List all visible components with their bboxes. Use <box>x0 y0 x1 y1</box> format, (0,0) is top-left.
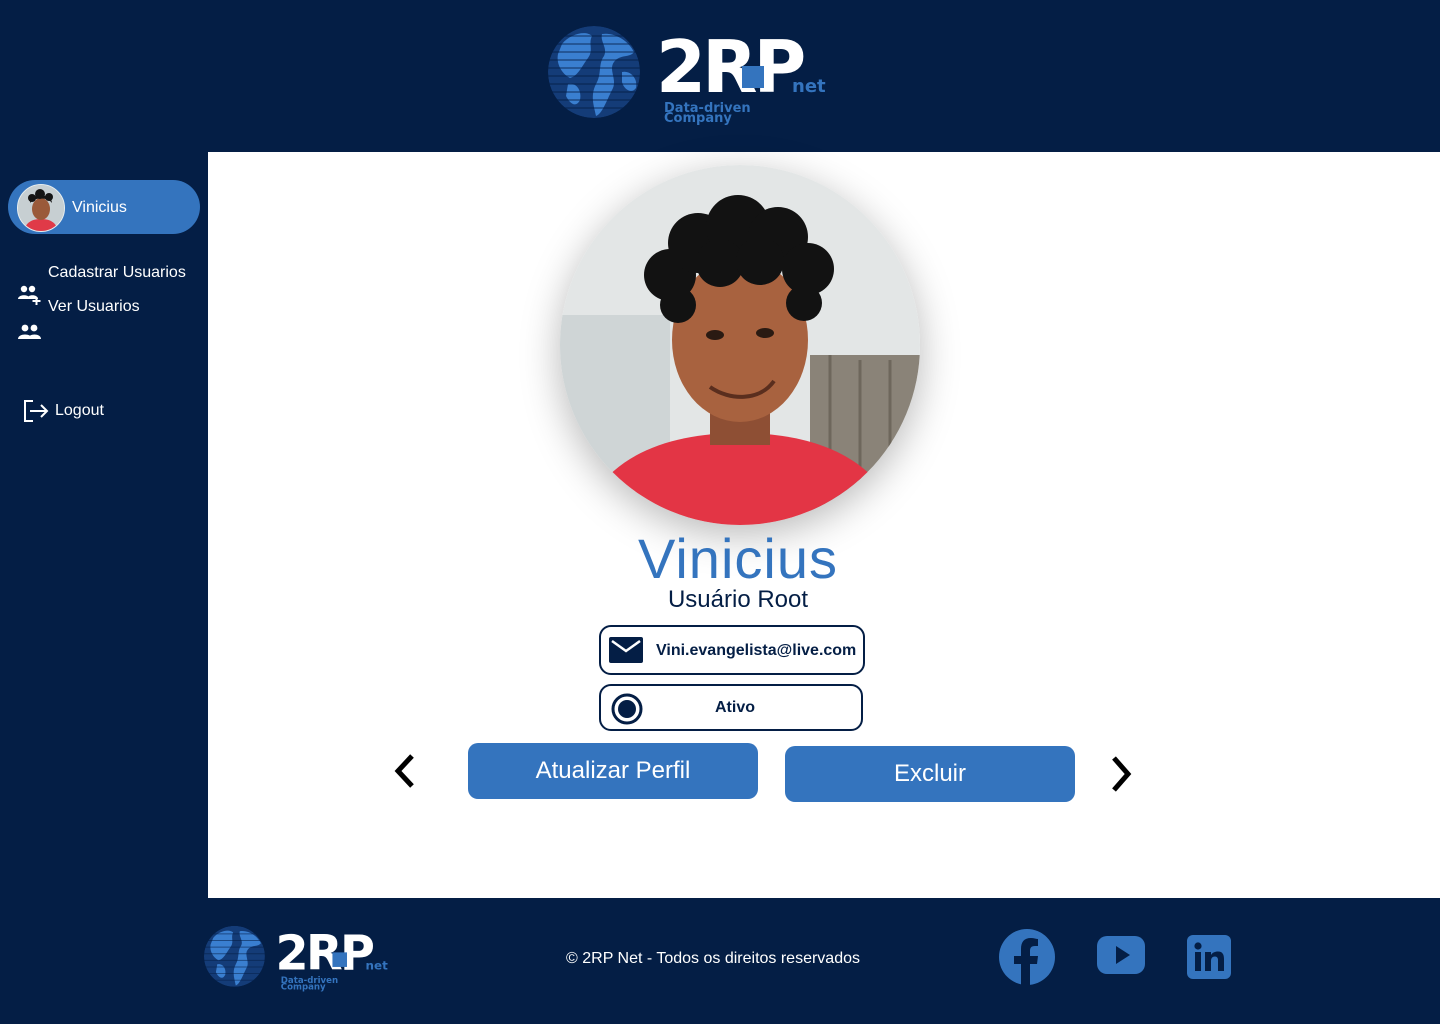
users-icon[interactable] <box>18 324 42 340</box>
logout-icon[interactable] <box>23 400 49 422</box>
footer: 2RP net Data-driven Company © 2RP Net - … <box>0 898 1440 1024</box>
email-field: Vini.evangelista@live.com <box>599 625 865 675</box>
sidebar-user-name: Vinicius <box>72 199 127 216</box>
brand-logo[interactable]: 2RP net Data-driven Company <box>548 24 838 128</box>
svg-text:Company: Company <box>664 111 732 126</box>
update-profile-button[interactable]: Atualizar Perfil <box>468 743 758 799</box>
svg-text:2RP: 2RP <box>276 927 374 982</box>
delete-button[interactable]: Excluir <box>785 746 1075 802</box>
profile-photo <box>560 165 920 525</box>
svg-text:net: net <box>792 76 826 97</box>
sidebar: Vinicius Cadastrar Usuarios Ver Usuarios… <box>0 152 208 898</box>
next-arrow-icon[interactable] <box>1106 754 1136 794</box>
footer-logo: 2RP net Data-driven Company <box>204 925 389 992</box>
sidebar-user-profile[interactable]: Vinicius <box>8 180 200 234</box>
sidebar-item-ver-usuarios[interactable]: Ver Usuarios <box>48 298 140 316</box>
profile-name: Vinicius <box>638 527 838 590</box>
logout-link[interactable]: Logout <box>55 402 104 420</box>
svg-text:Company: Company <box>281 982 326 992</box>
svg-text:net: net <box>366 959 389 973</box>
email-value: Vini.evangelista@live.com <box>656 642 857 659</box>
svg-text:2RP: 2RP <box>656 25 804 109</box>
avatar <box>17 184 65 232</box>
add-user-icon[interactable] <box>18 284 42 306</box>
status-field: Ativo <box>599 684 863 731</box>
sidebar-item-cadastrar-usuarios[interactable]: Cadastrar Usuarios <box>48 264 186 282</box>
profile-panel: Vinicius Usuário Root Vini.evangelista@l… <box>208 152 1440 898</box>
facebook-icon[interactable] <box>998 928 1056 986</box>
status-radio-icon <box>611 693 643 725</box>
header: 2RP net Data-driven Company <box>0 0 1440 152</box>
mail-icon <box>609 637 643 663</box>
status-value: Ativo <box>715 699 755 716</box>
previous-arrow-icon[interactable] <box>390 752 420 790</box>
profile-role: Usuário Root <box>667 586 809 613</box>
youtube-icon[interactable] <box>1097 936 1145 974</box>
linkedin-icon[interactable] <box>1187 935 1231 979</box>
copyright-text: © 2RP Net - Todos os direitos reservados <box>566 950 860 967</box>
